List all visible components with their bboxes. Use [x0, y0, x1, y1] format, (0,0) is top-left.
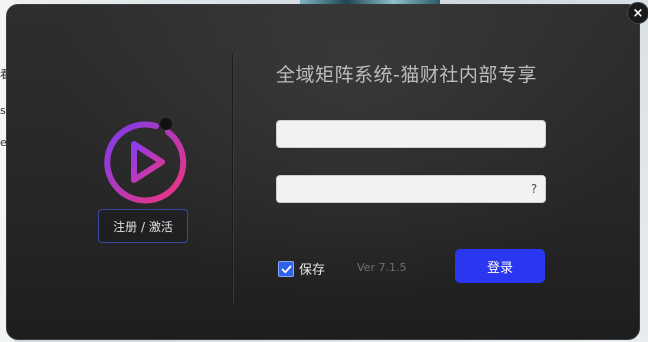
close-button[interactable]: × — [627, 2, 648, 24]
password-help-icon[interactable]: ? — [528, 180, 540, 198]
play-circle-icon — [104, 118, 187, 204]
login-button[interactable]: 登录 — [455, 249, 545, 283]
remember-label[interactable]: 保存 — [299, 259, 325, 278]
window-title: 全域矩阵系统-猫财社内部专享 — [276, 64, 537, 86]
remember-checkbox[interactable] — [278, 261, 294, 277]
version-text: Ver 7.1.5 — [357, 261, 407, 274]
register-activate-label: 注册 / 激活 — [113, 219, 173, 234]
background-text: s — [0, 104, 6, 117]
login-button-label: 登录 — [486, 260, 513, 276]
register-activate-button[interactable]: 注册 / 激活 — [98, 209, 188, 243]
vertical-divider — [232, 54, 233, 304]
password-input[interactable] — [276, 175, 546, 203]
close-icon: × — [632, 5, 644, 21]
username-input[interactable] — [276, 120, 546, 148]
login-window: 注册 / 激活 全域矩阵系统-猫财社内部专享 ? 保存 Ver 7.1.5 登录 — [6, 4, 640, 340]
checkmark-icon — [281, 265, 291, 273]
